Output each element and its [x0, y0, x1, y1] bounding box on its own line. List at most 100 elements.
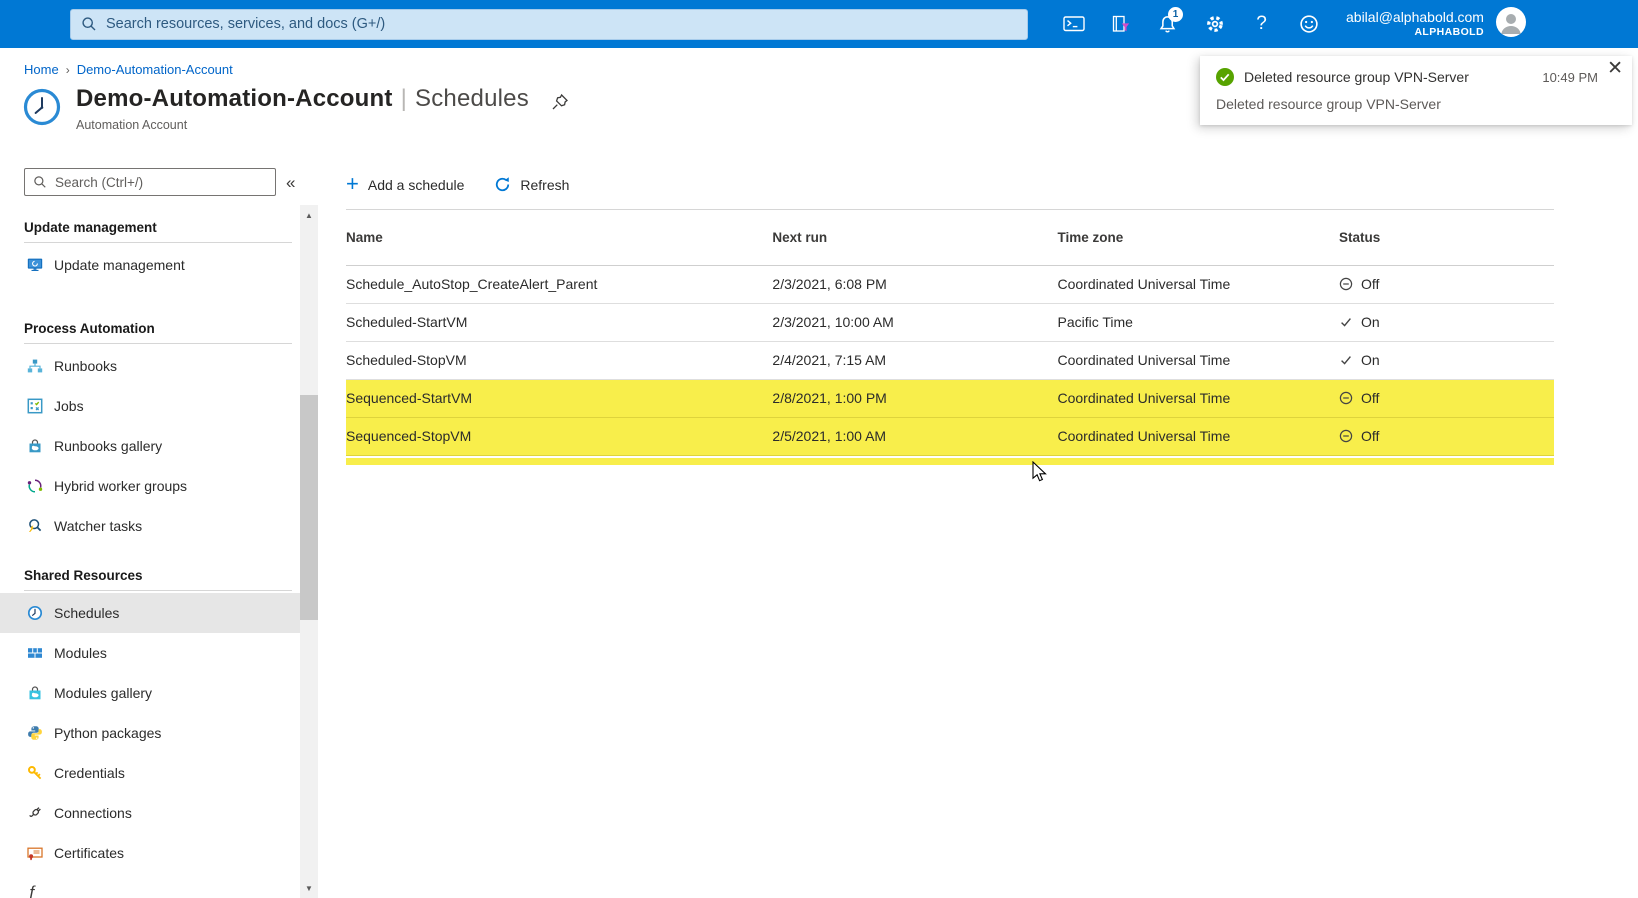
table-row[interactable]: Schedule_AutoStop_CreateAlert_Parent 2/3… — [346, 265, 1554, 304]
sidebar-item-runbooks-gallery[interactable]: Runbooks gallery — [0, 426, 300, 466]
schedule-next-run: 2/5/2021, 1:00 AM — [772, 417, 1058, 456]
page-title-separator: | — [400, 85, 408, 112]
pin-button[interactable] — [551, 93, 569, 116]
notifications-button[interactable]: 1 — [1144, 0, 1191, 48]
table-header-row: Name Next run Time zone Status — [346, 210, 1554, 266]
help-button[interactable]: ? — [1238, 0, 1285, 48]
runbooks-gallery-icon — [29, 439, 41, 453]
update-management-icon — [27, 258, 43, 271]
table-row[interactable]: Scheduled-StopVM 2/4/2021, 7:15 AM Coord… — [346, 341, 1554, 380]
sidebar-item-python-packages[interactable]: Python packages — [0, 713, 300, 753]
column-header-status[interactable]: Status — [1338, 210, 1554, 266]
sidebar-item-modules-gallery[interactable]: Modules gallery — [0, 673, 300, 713]
gear-icon — [1206, 16, 1223, 32]
section-header-shared-resources: Shared Resources — [24, 568, 143, 583]
sidebar-item-certificates[interactable]: Certificates — [0, 833, 300, 873]
refresh-icon — [496, 177, 510, 192]
schedule-next-run: 2/8/2021, 1:00 PM — [772, 379, 1058, 418]
sidebar-collapse-button[interactable]: « — [286, 174, 295, 191]
sidebar-item-label: Modules — [54, 645, 107, 661]
sidebar-item-update-management[interactable]: Update management — [0, 245, 300, 285]
automation-account-clock-icon — [22, 87, 62, 132]
schedules-icon — [27, 605, 43, 621]
sidebar-item-hybrid-worker-groups[interactable]: Hybrid worker groups — [0, 466, 300, 506]
divider — [24, 590, 292, 591]
status-on-icon — [1341, 318, 1351, 327]
table-row-highlighted[interactable]: Sequenced-StopVM 2/5/2021, 1:00 AM Coord… — [346, 417, 1554, 456]
scroll-down-arrow[interactable]: ▼ — [300, 880, 318, 896]
divider — [24, 242, 292, 243]
status-off-icon — [1339, 429, 1353, 443]
toast-title: Deleted resource group VPN-Server — [1244, 69, 1469, 85]
table-row-highlighted[interactable]: Sequenced-StartVM 2/8/2021, 1:00 PM Coor… — [346, 379, 1554, 418]
sidebar-item-label: Hybrid worker groups — [54, 478, 188, 494]
breadcrumb-home-link[interactable]: Home — [24, 62, 59, 77]
sidebar-item-connections[interactable]: Connections — [0, 793, 300, 833]
scrollbar-thumb[interactable] — [300, 395, 318, 620]
schedule-time-zone: Coordinated Universal Time — [1057, 341, 1339, 380]
sidebar-item-label: Runbooks — [54, 358, 118, 374]
sidebar-item-runbooks[interactable]: Runbooks — [0, 346, 300, 386]
column-header-next-run[interactable]: Next run — [772, 210, 1058, 266]
pin-icon — [552, 93, 568, 110]
command-bar: + Add a schedule Refresh — [346, 160, 1554, 210]
sidebar-item-watcher-tasks[interactable]: Watcher tasks — [0, 506, 300, 546]
resource-menu-sidebar: « Update management Update management Pr… — [0, 160, 320, 898]
sidebar-item-label: Runbooks gallery — [54, 438, 163, 454]
sidebar-item-modules[interactable]: Modules — [0, 633, 300, 673]
plus-icon: + — [346, 170, 359, 196]
sidebar-item-label: Python packages — [54, 725, 162, 741]
sidebar-item-label: Watcher tasks — [54, 518, 143, 534]
sidebar-scrollbar[interactable]: ▲ ▼ — [300, 205, 318, 898]
sidebar-item-label: Update management — [54, 257, 185, 273]
help-icon: ? — [1256, 13, 1267, 34]
scroll-up-arrow[interactable]: ▲ — [300, 207, 318, 223]
schedule-name: Scheduled-StopVM — [346, 341, 773, 380]
page-title: Demo-Automation-Account | Schedules — [76, 85, 529, 113]
status-badge: Off — [1339, 276, 1554, 292]
sidebar-item-label: Credentials — [54, 765, 125, 781]
breadcrumb-current-link[interactable]: Demo-Automation-Account — [77, 62, 233, 77]
account-menu[interactable]: abilal@alphabold.com ALPHABOLD — [1346, 9, 1484, 40]
feedback-button[interactable] — [1285, 0, 1332, 48]
sidebar-item-label: Certificates — [54, 845, 125, 861]
schedule-next-run: 2/3/2021, 6:08 PM — [772, 265, 1058, 304]
page-subtitle: Automation Account — [76, 118, 188, 132]
python-packages-icon — [28, 726, 42, 740]
schedule-name: Schedule_AutoStop_CreateAlert_Parent — [346, 265, 773, 304]
global-search-box[interactable] — [70, 8, 1028, 40]
breadcrumb-separator: › — [65, 62, 70, 77]
account-tenant: ALPHABOLD — [1414, 26, 1484, 39]
account-email: abilal@alphabold.com — [1346, 8, 1484, 25]
sidebar-item-label: Connections — [54, 805, 132, 821]
cloud-shell-button[interactable] — [1050, 0, 1097, 48]
success-check-icon — [1216, 68, 1234, 86]
section-header-update-management: Update management — [24, 220, 157, 235]
settings-button[interactable] — [1191, 0, 1238, 48]
column-header-name[interactable]: Name — [346, 210, 773, 266]
avatar[interactable] — [1495, 6, 1526, 42]
modules-icon — [28, 648, 42, 658]
global-search-input[interactable] — [106, 16, 1017, 32]
directory-filter-button[interactable] — [1097, 0, 1144, 48]
cloud-shell-icon — [1062, 16, 1085, 32]
modules-gallery-icon — [29, 686, 41, 700]
certificates-icon — [27, 847, 43, 861]
sidebar-search-input[interactable] — [55, 174, 267, 190]
refresh-button[interactable]: Refresh — [494, 176, 569, 193]
azure-top-bar: 1 ? abilal@alphabold.com ALPHABOLD — [0, 0, 1638, 48]
status-badge: On — [1339, 314, 1554, 330]
status-on-icon — [1341, 356, 1351, 365]
toast-body: Deleted resource group VPN-Server — [1216, 96, 1441, 112]
sidebar-search-box[interactable] — [24, 168, 276, 196]
add-schedule-button[interactable]: + Add a schedule — [346, 170, 464, 196]
notification-toast: ✕ Deleted resource group VPN-Server 10:4… — [1200, 56, 1632, 125]
close-icon[interactable]: ✕ — [1607, 59, 1623, 78]
divider — [24, 343, 292, 344]
table-row[interactable]: Scheduled-StartVM 2/3/2021, 10:00 AM Pac… — [346, 303, 1554, 342]
sidebar-item-schedules[interactable]: Schedules — [0, 593, 300, 633]
sidebar-item-credentials[interactable]: Credentials — [0, 753, 300, 793]
watcher-tasks-icon — [29, 519, 42, 532]
column-header-time-zone[interactable]: Time zone — [1057, 210, 1339, 266]
sidebar-item-jobs[interactable]: Jobs — [0, 386, 300, 426]
